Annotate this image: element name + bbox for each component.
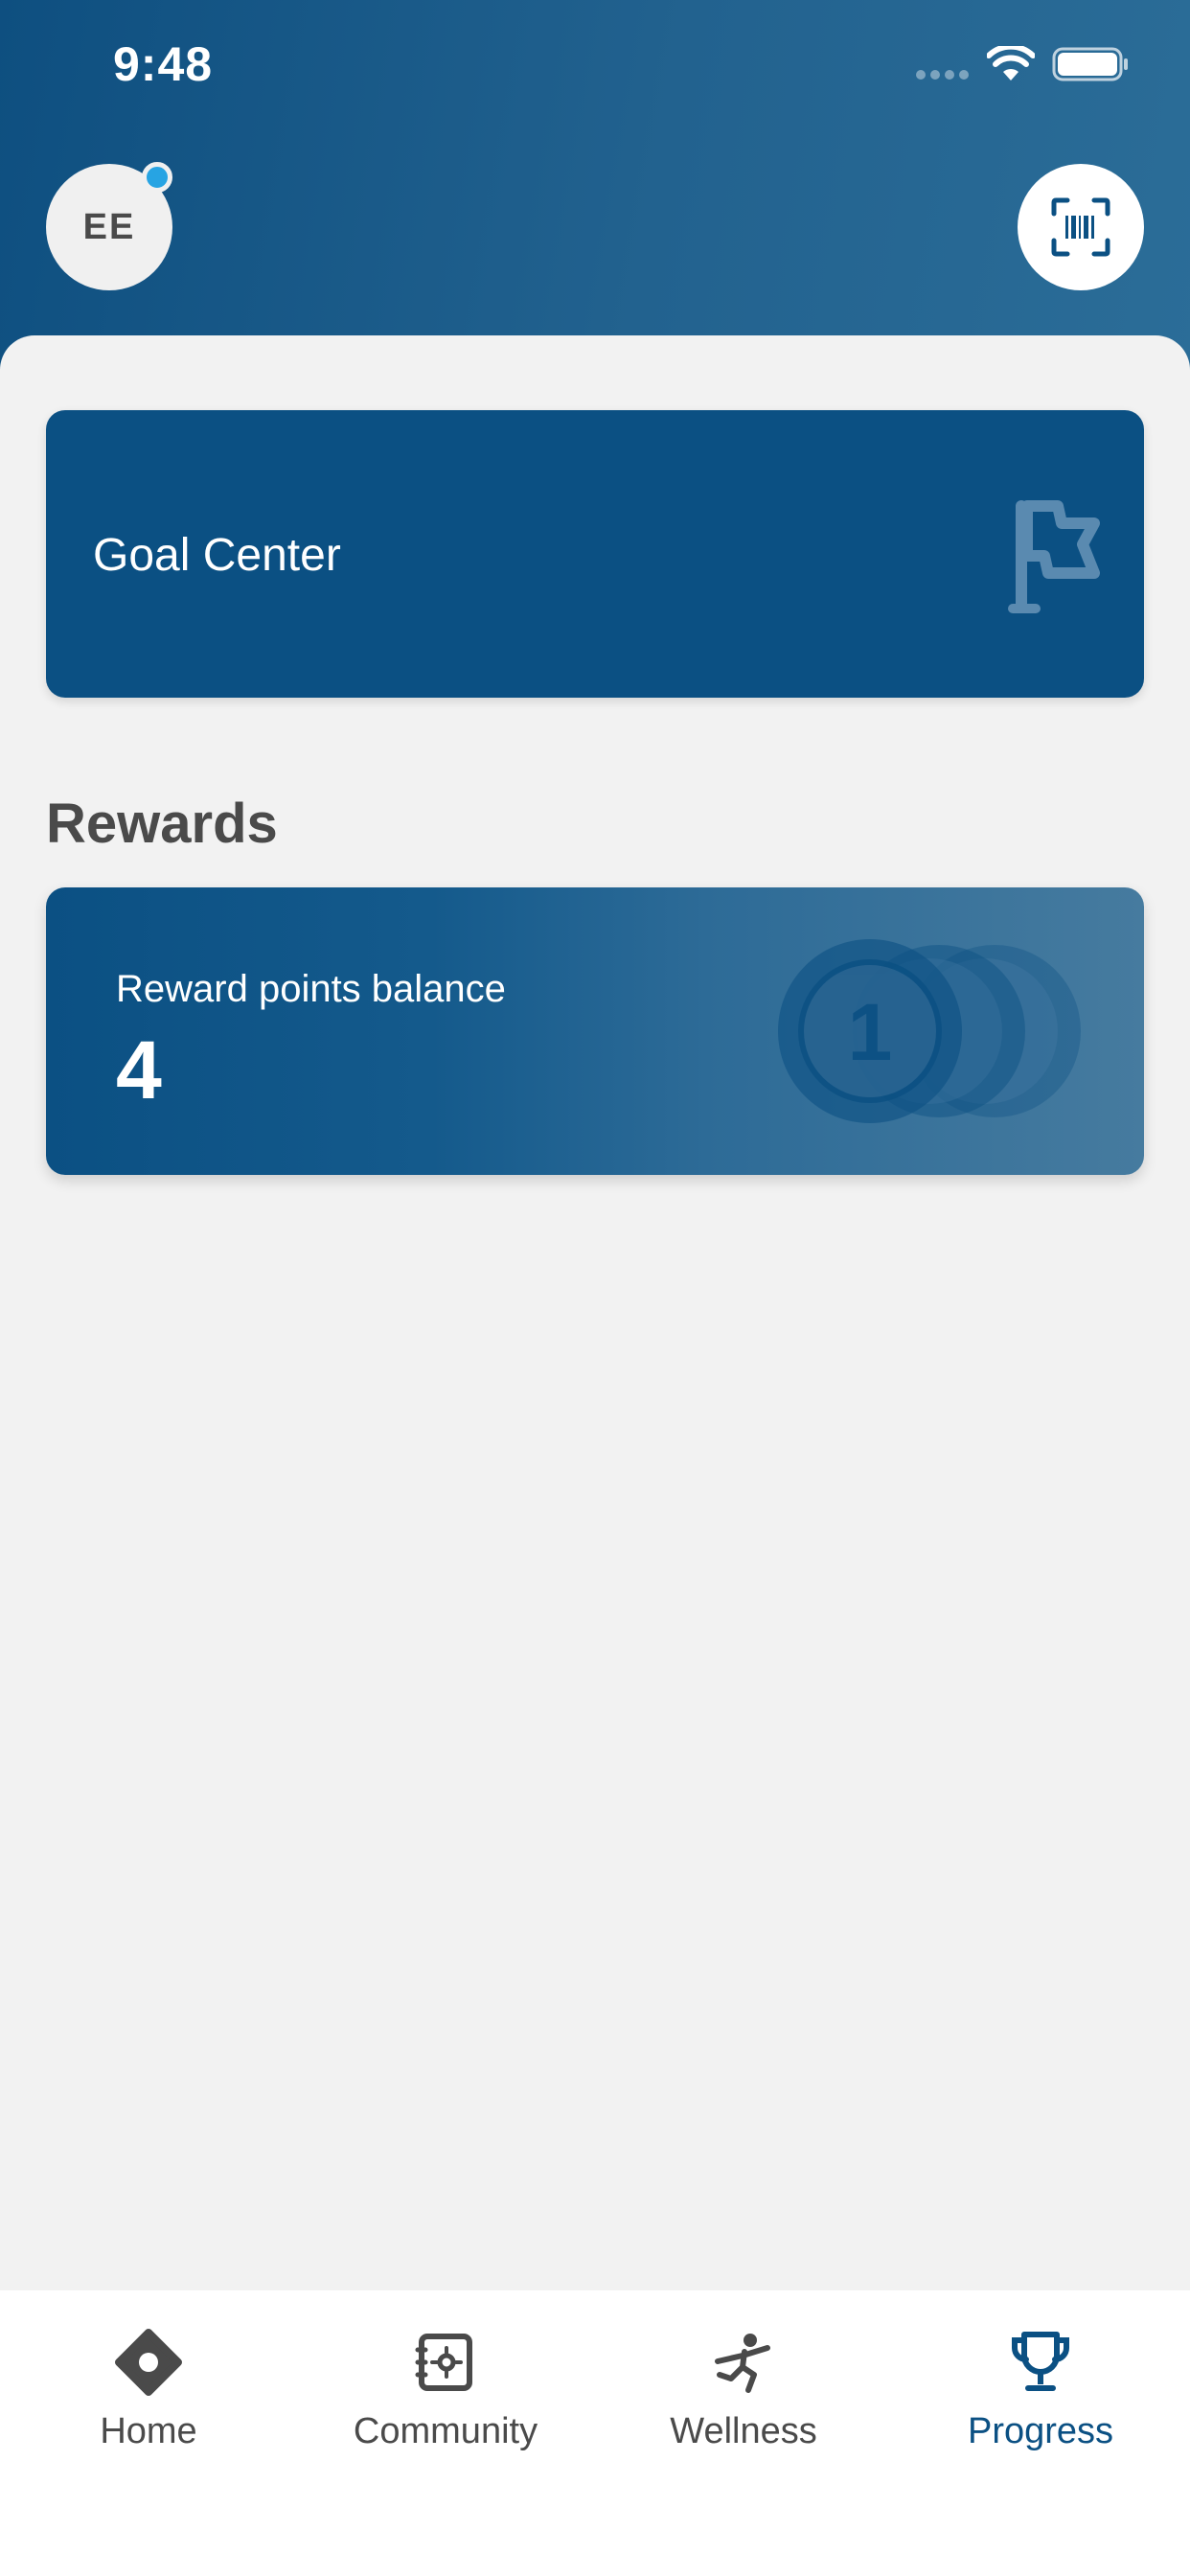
tab-wellness-label: Wellness bbox=[670, 2411, 817, 2451]
tab-progress-label: Progress bbox=[967, 2411, 1114, 2451]
status-time: 9:48 bbox=[113, 37, 214, 91]
barcode-scan-icon bbox=[1051, 197, 1110, 257]
tab-community-label: Community bbox=[353, 2411, 538, 2451]
flag-icon bbox=[1008, 500, 1100, 613]
coin-glyph: 1 bbox=[848, 987, 893, 1077]
goal-center-card[interactable]: Goal Center bbox=[46, 410, 1144, 698]
notification-dot bbox=[142, 162, 172, 193]
tab-home-label: Home bbox=[100, 2411, 197, 2451]
tab-progress[interactable]: Progress bbox=[892, 2290, 1189, 2482]
reward-points-card[interactable]: Reward points balance 4 1 bbox=[46, 887, 1144, 1175]
battery-icon bbox=[1052, 47, 1128, 81]
goal-center-title: Goal Center bbox=[93, 530, 341, 581]
tab-wellness[interactable]: Wellness bbox=[595, 2290, 892, 2482]
tab-home[interactable]: Home bbox=[0, 2290, 297, 2482]
reward-points-label: Reward points balance bbox=[116, 968, 506, 1010]
tab-community[interactable]: Community bbox=[297, 2290, 594, 2482]
wellness-icon bbox=[715, 2334, 770, 2393]
avatar-initials: EE bbox=[82, 206, 136, 247]
status-bar: 9:48 bbox=[0, 0, 1190, 134]
trophy-icon bbox=[1012, 2332, 1069, 2391]
wifi-icon bbox=[987, 46, 1035, 80]
home-icon bbox=[115, 2329, 182, 2396]
coins-icon: 1 bbox=[778, 939, 1081, 1123]
barcode-scan-button[interactable] bbox=[1018, 164, 1144, 290]
bottom-tab-bar: Home Community Wellness Progress bbox=[0, 2290, 1190, 2576]
reward-points-value: 4 bbox=[116, 1024, 162, 1116]
rewards-heading: Rewards bbox=[46, 793, 278, 855]
cellular-signal-icon bbox=[916, 70, 969, 80]
community-icon bbox=[415, 2334, 472, 2391]
